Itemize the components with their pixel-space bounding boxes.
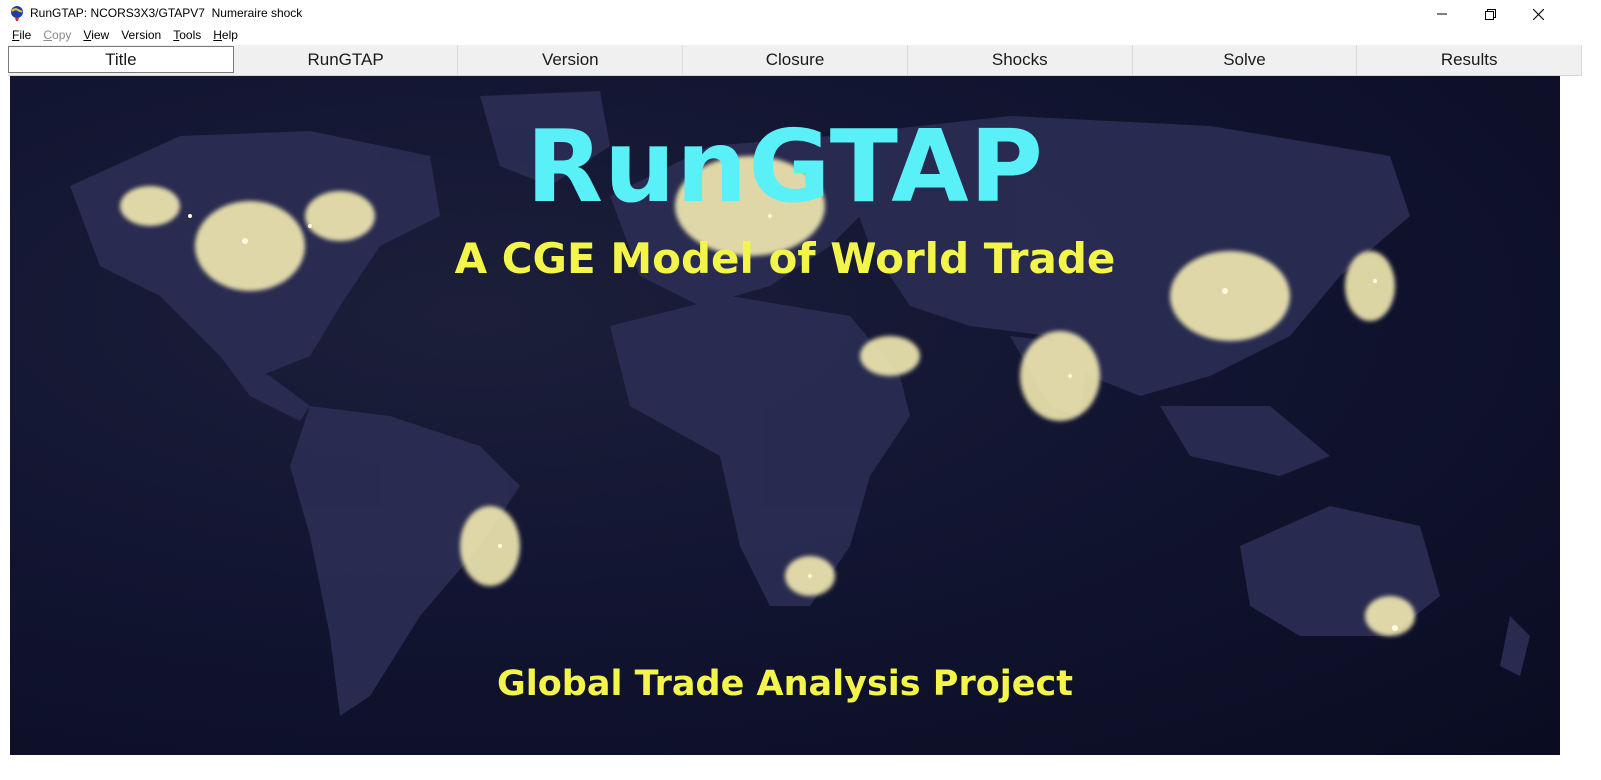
close-button[interactable]	[1515, 0, 1561, 28]
tab-results[interactable]: Results	[1357, 45, 1583, 75]
splash-footer: Global Trade Analysis Project	[497, 664, 1073, 704]
page-tabs: Title RunGTAP Version Closure Shocks Sol…	[8, 45, 1583, 76]
menu-tools[interactable]: Tools	[167, 26, 207, 44]
menu-help[interactable]: Help	[207, 26, 244, 44]
tab-rungtap[interactable]: RunGTAP	[234, 45, 459, 75]
tab-version[interactable]: Version	[458, 45, 684, 75]
splash-subtitle: A CGE Model of World Trade	[454, 234, 1116, 283]
restore-button[interactable]	[1467, 0, 1513, 28]
tab-closure[interactable]: Closure	[683, 45, 908, 75]
menu-version[interactable]: Version	[115, 26, 167, 44]
window-title: RunGTAP: NCORS3X3/GTAPV7 Numeraire shock	[30, 6, 303, 20]
menu-file[interactable]: File	[0, 26, 37, 44]
tab-solve[interactable]: Solve	[1133, 45, 1358, 75]
splash-title: RunGTAP	[526, 108, 1044, 225]
tab-shocks[interactable]: Shocks	[908, 45, 1133, 75]
menu-view[interactable]: View	[77, 26, 115, 44]
tab-title[interactable]: Title	[8, 46, 234, 73]
minimize-button[interactable]	[1419, 0, 1465, 28]
menu-bar: File Copy View Version Tools Help	[0, 26, 1601, 44]
title-bar: RunGTAP: NCORS3X3/GTAPV7 Numeraire shock	[0, 0, 1601, 28]
app-globe-icon[interactable]	[9, 5, 25, 21]
menu-copy[interactable]: Copy	[37, 26, 77, 44]
title-splash: RunGTAP A CGE Model of World Trade Globa…	[10, 76, 1560, 755]
